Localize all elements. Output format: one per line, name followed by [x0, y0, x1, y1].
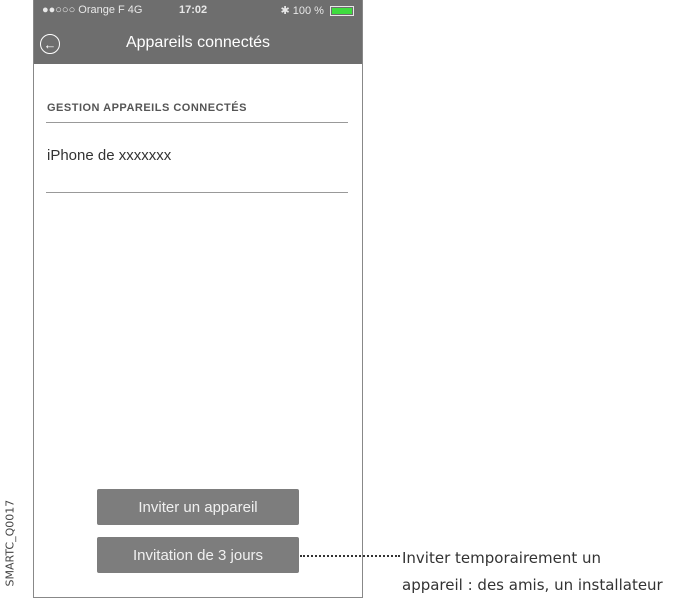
clock-time: 17:02 — [179, 4, 208, 16]
callout-caption-line1: Inviter temporairement un — [402, 549, 602, 567]
divider — [46, 192, 348, 193]
callout-leader-line — [300, 555, 400, 557]
page-title: Appareils connectés — [125, 34, 271, 51]
callout-caption-line2: appareil : des amis, un installateur — [402, 576, 663, 594]
status-bar: ●●○○○ Orange F 4G 17:02 ✱ 100 % — [34, 2, 362, 20]
figure-code-label: SMARTC_Q0017 — [3, 499, 17, 587]
divider — [46, 122, 348, 123]
battery-status: ✱ 100 % — [280, 4, 354, 17]
invite-device-button[interactable]: Inviter un appareil — [97, 489, 299, 525]
section-title: GESTION APPAREILS CONNECTÉS — [47, 102, 247, 114]
nav-bar: ← Appareils connectés — [34, 26, 362, 64]
callout-caption: Inviter temporairement un appareil : des… — [402, 545, 675, 599]
phone-screen: ●●○○○ Orange F 4G 17:02 ✱ 100 % ← Appare… — [33, 0, 363, 598]
carrier-signal: ●●○○○ Orange F 4G — [42, 4, 143, 16]
battery-label: ✱ 100 % — [280, 5, 324, 17]
device-list-item[interactable]: iPhone de xxxxxxx — [47, 147, 171, 164]
invite-3-days-label: Invitation de 3 jours — [132, 546, 264, 564]
battery-fill — [332, 8, 352, 15]
battery-icon — [330, 6, 354, 17]
invite-3-days-button[interactable]: Invitation de 3 jours — [97, 537, 299, 573]
app-header: ●●○○○ Orange F 4G 17:02 ✱ 100 % ← Appare… — [34, 0, 362, 64]
